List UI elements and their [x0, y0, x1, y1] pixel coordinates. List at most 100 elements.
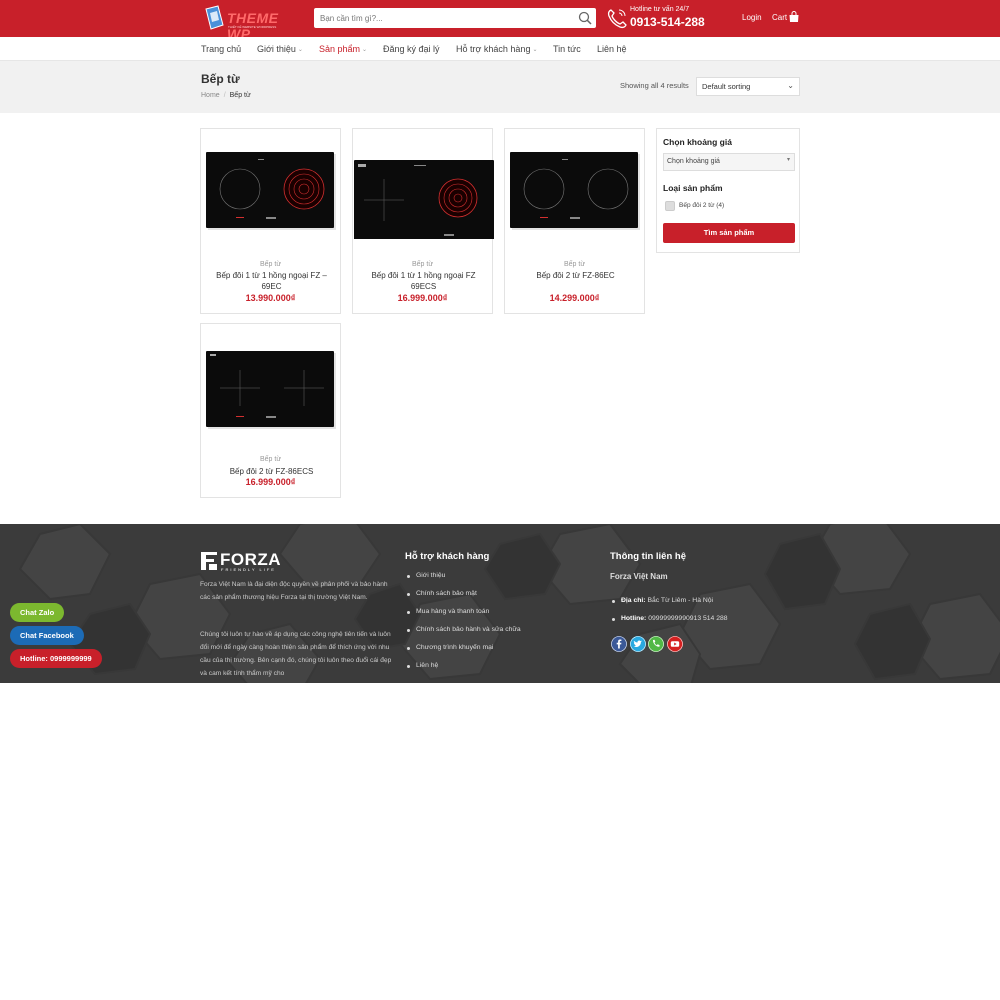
footer-link-warranty[interactable]: Chính sách bảo hành và sửa chữa: [416, 626, 521, 633]
search-input[interactable]: [314, 8, 574, 28]
nav-item-about[interactable]: Giới thiệu ⌄: [257, 44, 303, 54]
product-card[interactable]: Bếp từ Bếp đôi 1 từ 1 hồng ngoại FZ 69EC…: [352, 128, 494, 314]
chevron-down-icon: ⌄: [787, 81, 794, 90]
page-title: Bếp từ: [201, 72, 240, 86]
price-range-select[interactable]: Chọn khoảng giá ▾: [663, 153, 795, 171]
nav-item-news[interactable]: Tin tức: [553, 44, 581, 54]
nav-item-dealer[interactable]: Đăng ký đại lý: [383, 44, 440, 54]
nav-label: Sản phẩm: [319, 44, 361, 54]
product-category[interactable]: Bếp từ: [353, 261, 492, 268]
search-products-button[interactable]: Tìm sản phẩm: [663, 223, 795, 243]
hotline-label: Hotline:: [621, 615, 647, 622]
product-name[interactable]: Bếp đôi 1 từ 1 hồng ngoại FZ – 69EC: [209, 270, 334, 292]
product-filter: Chọn khoảng giá Chọn khoảng giá ▾ Loại s…: [656, 128, 800, 253]
search-icon[interactable]: [578, 11, 592, 25]
results-count: Showing all 4 results: [620, 81, 689, 90]
nav-item-support[interactable]: Hỗ trợ khách hàng ⌄: [456, 44, 537, 54]
twitter-icon[interactable]: [630, 636, 646, 652]
type-option-label[interactable]: Bếp đôi 2 từ (4): [679, 202, 724, 209]
site-footer: FORZA FRIENDLY LIFE Forza Việt Nam là đạ…: [0, 524, 1000, 683]
product-category[interactable]: Bếp từ: [505, 261, 644, 268]
footer-link-promotions[interactable]: Chương trình khuyến mại: [416, 644, 493, 651]
nav-label: Giới thiệu: [257, 44, 296, 54]
address-value: Bắc Từ Liêm - Hà Nội: [647, 597, 714, 604]
youtube-icon[interactable]: [667, 636, 683, 652]
bullet-icon: [407, 575, 410, 578]
nav-item-contact[interactable]: Liên hệ: [597, 44, 627, 54]
sorting-select[interactable]: Default sorting ⌄: [696, 77, 800, 96]
bullet-icon: [407, 629, 410, 632]
nav-label: Hỗ trợ khách hàng: [456, 44, 531, 54]
breadcrumb: Home / Bếp từ: [201, 92, 251, 99]
chevron-down-icon: ⌄: [297, 47, 303, 53]
product-image[interactable]: [354, 139, 494, 239]
shopping-bag-icon[interactable]: [788, 11, 800, 23]
product-image[interactable]: [510, 139, 641, 239]
logo-badge-icon: [205, 5, 224, 30]
logo-subtext: THIẾT KẾ WEBSITE WORDPRESS: [228, 25, 277, 29]
product-category[interactable]: Bếp từ: [201, 261, 340, 268]
phone-icon: [607, 9, 627, 29]
contact-title: Thông tin liên hệ: [610, 551, 686, 562]
hotline-button[interactable]: Hotline: 0999999999: [10, 649, 102, 668]
nav-label: Tin tức: [553, 44, 581, 54]
bullet-icon: [407, 611, 410, 614]
facebook-icon[interactable]: [611, 636, 627, 652]
nav-label: Trang chủ: [201, 44, 242, 54]
caret-down-icon: ▾: [786, 157, 790, 163]
chat-zalo-button[interactable]: Chat Zalo: [10, 603, 65, 622]
product-category[interactable]: Bếp từ: [201, 456, 340, 463]
chevron-down-icon: ⌄: [362, 47, 368, 53]
top-header: THEME WP THIẾT KẾ WEBSITE WORDPRESS Hotl…: [0, 0, 1000, 42]
product-price: 14.299.000₫: [549, 293, 600, 303]
company-name: Forza Việt Nam: [610, 572, 668, 581]
footer-brand-sub: FRIENDLY LIFE: [221, 567, 276, 572]
breadcrumb-home[interactable]: Home: [201, 92, 220, 99]
support-title: Hỗ trợ khách hàng: [405, 551, 490, 562]
nav-item-home[interactable]: Trang chủ: [201, 44, 241, 54]
header-hotline[interactable]: Hotline tư vấn 24/7 0913-514-288: [606, 5, 716, 31]
address-label: Địa chỉ:: [621, 597, 646, 604]
chevron-down-icon: ⌄: [532, 47, 538, 53]
footer-about-1: Forza Việt Nam là đại diện độc quyền về …: [200, 581, 388, 601]
hotline-value: 09999999990913 514 288: [648, 615, 728, 622]
phone-icon[interactable]: [648, 636, 664, 652]
footer-logo: FORZA FRIENDLY LIFE: [200, 550, 294, 572]
site-logo[interactable]: THEME WP THIẾT KẾ WEBSITE WORDPRESS: [203, 5, 299, 42]
product-name[interactable]: Bếp đôi 2 từ FZ-86ECS: [209, 466, 334, 477]
footer-link-contact[interactable]: Liên hệ: [416, 662, 438, 669]
hotline-label: Hotline tư vấn 24/7: [630, 6, 690, 13]
bullet-icon: [612, 600, 615, 603]
product-name[interactable]: Bếp đôi 1 từ 1 hồng ngoại FZ 69ECS: [361, 270, 486, 292]
bullet-icon: [407, 647, 410, 650]
footer-link-about[interactable]: Giới thiệu: [416, 572, 445, 579]
nav-label: Liên hệ: [597, 44, 627, 54]
bullet-icon: [407, 593, 410, 596]
price-range-value: Chọn khoảng giá: [667, 158, 720, 165]
forza-logo-mark: [201, 552, 217, 570]
nav-item-products[interactable]: Sản phẩm ⌄: [319, 44, 367, 54]
footer-address: Địa chỉ: Bắc Từ Liêm - Hà Nội: [621, 597, 713, 604]
type-filter-title: Loại sản phẩm: [663, 183, 723, 193]
cart-link[interactable]: Cart: [772, 13, 787, 22]
breadcrumb-separator: /: [223, 92, 226, 99]
login-link[interactable]: Login: [742, 13, 762, 22]
bullet-icon: [407, 665, 410, 668]
hotline-number: 0913-514-288: [630, 15, 705, 29]
product-card[interactable]: Bếp từ Bếp đôi 1 từ 1 hồng ngoại FZ – 69…: [200, 128, 341, 314]
nav-label: Đăng ký đại lý: [383, 44, 440, 54]
footer-hotline: Hotline: 09999999990913 514 288: [621, 615, 728, 622]
product-name[interactable]: Bếp đôi 2 từ FZ-86EC: [513, 270, 638, 281]
product-image[interactable]: [206, 334, 337, 434]
search-box: [314, 8, 596, 28]
breadcrumb-current: Bếp từ: [229, 92, 251, 99]
product-card[interactable]: Bếp từ Bếp đôi 2 từ FZ-86EC 14.299.000₫: [504, 128, 645, 314]
page-title-band: Bếp từ Home / Bếp từ Showing all 4 results…: [0, 61, 1000, 113]
footer-link-payment[interactable]: Mua hàng và thanh toán: [416, 608, 489, 615]
hexagon-pattern-background: [18, 524, 1000, 683]
product-card[interactable]: Bếp từ Bếp đôi 2 từ FZ-86ECS 16.999.000₫: [200, 323, 341, 498]
type-checkbox[interactable]: [665, 201, 675, 211]
footer-link-privacy[interactable]: Chính sách bảo mật: [416, 590, 477, 597]
product-image[interactable]: [206, 139, 337, 239]
chat-facebook-button[interactable]: Chat Facebook: [10, 626, 84, 645]
